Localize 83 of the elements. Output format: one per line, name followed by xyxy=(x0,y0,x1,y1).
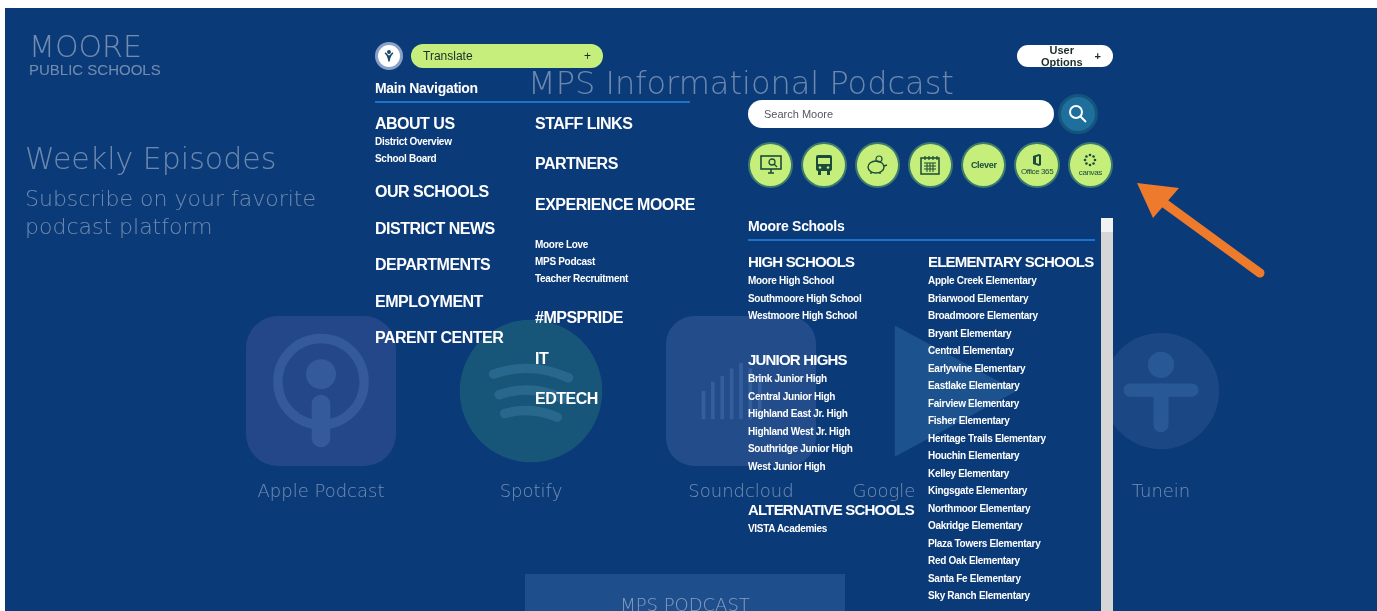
nav-link[interactable]: EDTECH xyxy=(535,389,598,409)
logo-icon xyxy=(375,42,403,70)
section-heading: Moore Schools xyxy=(748,218,1095,241)
monitor-search-icon xyxy=(759,155,782,175)
bus-icon xyxy=(813,154,834,176)
nav-link[interactable]: DISTRICT NEWS xyxy=(375,219,495,239)
nav-link[interactable]: Brink Junior High xyxy=(748,370,827,388)
nav-link[interactable]: Earlywine Elementary xyxy=(928,359,1026,378)
nav-link[interactable]: Moore High School xyxy=(748,272,834,290)
nav-link[interactable]: Westmoore High School xyxy=(748,307,858,325)
quick-link-button[interactable] xyxy=(854,142,900,188)
nav-heading-link[interactable]: ELEMENTARY SCHOOLS xyxy=(928,253,1094,271)
logo-name: MOORE xyxy=(29,32,143,62)
quick-link-button[interactable]: canvas xyxy=(1067,142,1113,188)
quick-link-button[interactable] xyxy=(748,142,794,188)
user-options-button[interactable]: User Options + xyxy=(1017,45,1113,67)
nav-link[interactable]: VISTA Academies xyxy=(748,520,828,538)
nav-link[interactable]: Kelley Elementary xyxy=(928,464,1010,483)
clever-logo: Clever xyxy=(970,160,997,170)
nav-link[interactable]: MPS Podcast xyxy=(535,253,596,271)
platform-label: Spotify xyxy=(499,480,563,502)
nav-heading-link[interactable]: EXPERIENCE MOORE xyxy=(535,195,696,215)
piggy-bank-icon xyxy=(865,155,890,175)
nav-link[interactable]: Northmoor Elementary xyxy=(928,499,1031,518)
nav-link[interactable]: Southridge Junior High xyxy=(748,440,853,458)
nav-link[interactable]: Santa Fe Elementary xyxy=(928,569,1021,588)
page-title: MPS Informational Podcast xyxy=(528,65,954,101)
nav-link[interactable]: West Junior High xyxy=(748,457,826,475)
quick-link-button[interactable] xyxy=(801,142,847,188)
nav-link[interactable]: Houchin Elementary xyxy=(928,447,1020,465)
nav-link[interactable]: District Overview xyxy=(375,133,452,151)
nav-link[interactable]: Plaza Towers Elementary xyxy=(928,534,1041,553)
page-tagline: Subscribe on your favorite podcast platform xyxy=(25,185,317,241)
nav-heading-link[interactable]: ABOUT US xyxy=(375,115,455,134)
platform-label: Soundcloud xyxy=(688,480,794,502)
logo-subtitle: PUBLIC SCHOOLS xyxy=(29,62,161,77)
nav-heading-link[interactable]: JUNIOR HIGHS xyxy=(748,350,847,368)
quick-link-button[interactable]: Clever xyxy=(961,142,1007,188)
search-field[interactable]: Search Moore xyxy=(748,100,1054,128)
nav-link[interactable]: Eastlake Elementary xyxy=(928,377,1020,395)
search-icon xyxy=(1068,104,1088,124)
platform-label: Apple Podcast xyxy=(257,480,385,502)
nav-link[interactable]: Central Junior High xyxy=(748,387,836,405)
nav-heading-link[interactable]: ALTERNATIVE SCHOOLS xyxy=(748,501,914,519)
calendar-icon xyxy=(920,155,941,175)
quick-link-button[interactable]: Office 365 xyxy=(1014,142,1060,188)
search-button[interactable] xyxy=(1058,94,1098,134)
nav-link[interactable]: Kingsgate Elementary xyxy=(928,482,1028,500)
nav-link[interactable]: Fairview Elementary xyxy=(928,394,1019,413)
nav-link[interactable]: OUR SCHOOLS xyxy=(375,183,489,202)
nav-link[interactable]: School Board xyxy=(375,150,437,168)
nav-link[interactable]: EMPLOYMENT xyxy=(375,292,483,311)
nav-link[interactable]: STAFF LINKS xyxy=(535,115,633,134)
nav-link[interactable]: Bryant Elementary xyxy=(928,324,1012,343)
nav-link[interactable]: Central Elementary xyxy=(928,342,1014,360)
nav-link[interactable]: Highland East Jr. High xyxy=(748,405,848,423)
office-label: Office 365 xyxy=(1020,167,1054,176)
nav-link[interactable]: Broadmoore Elementary xyxy=(928,307,1038,325)
nav-link[interactable]: IT xyxy=(535,349,549,368)
nav-link[interactable]: #MPSPRIDE xyxy=(535,309,623,328)
nav-link[interactable]: Briarwood Elementary xyxy=(928,289,1029,308)
nav-link[interactable]: Apple Creek Elementary xyxy=(928,272,1037,290)
nav-heading-link[interactable]: HIGH SCHOOLS xyxy=(748,253,855,271)
platform-label: Tunein xyxy=(1131,480,1191,502)
nav-link[interactable]: Highland West Jr. High xyxy=(748,422,851,440)
nav-link[interactable]: Oakridge Elementary xyxy=(928,517,1023,535)
nav-link[interactable]: DEPARTMENTS xyxy=(375,256,491,275)
scrollbar[interactable] xyxy=(1101,218,1113,611)
nav-link[interactable]: Sky Ranch Elementary xyxy=(928,587,1030,605)
nav-link[interactable]: PARENT CENTER xyxy=(375,328,504,348)
canvas-label: canvas xyxy=(1078,168,1102,177)
nav-link[interactable]: Southmoore High School xyxy=(748,289,862,308)
nav-link[interactable]: Moore Love xyxy=(535,236,589,254)
translate-button[interactable]: Translate + xyxy=(411,44,603,68)
platform-label: Google xyxy=(852,480,916,502)
nav-link[interactable]: Heritage Trails Elementary xyxy=(928,429,1046,448)
page-subtitle: Weekly Episodes xyxy=(25,141,278,177)
nav-link[interactable]: Fisher Elementary xyxy=(928,412,1010,430)
canvas-icon xyxy=(1083,153,1098,167)
nav-link[interactable]: Teacher Recruitment xyxy=(535,270,629,288)
nav-link[interactable]: Red Oak Elementary xyxy=(928,552,1020,570)
nav-link[interactable]: PARTNERS xyxy=(535,155,618,174)
office-icon xyxy=(1032,154,1043,166)
